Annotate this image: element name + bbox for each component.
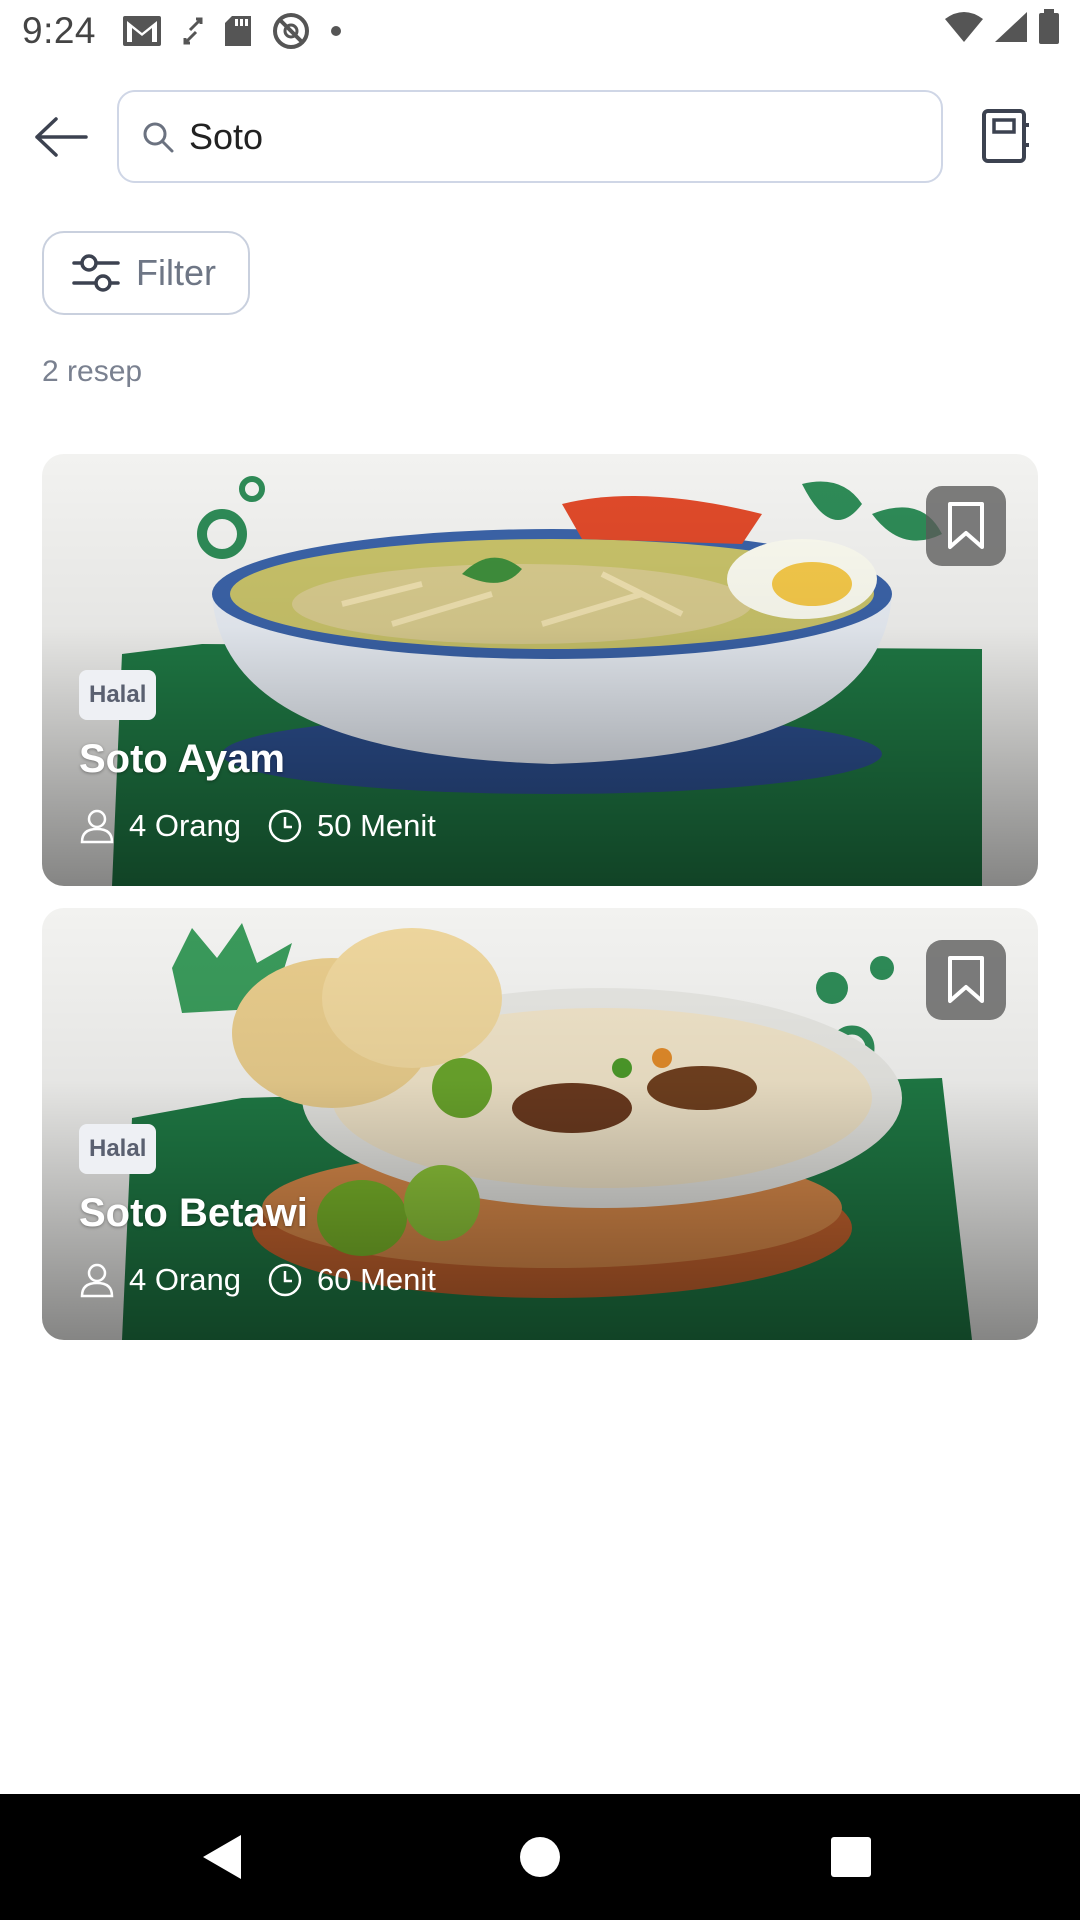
recipe-title: Soto Ayam <box>79 737 285 781</box>
halal-badge: Halal <box>79 670 157 720</box>
app-bar <box>0 88 1080 184</box>
status-indicators <box>944 0 1060 62</box>
person-icon <box>79 808 115 844</box>
dot-icon <box>330 25 342 37</box>
nav-home-button[interactable] <box>507 1824 573 1890</box>
battery-icon <box>1038 8 1060 54</box>
recipe-servings: 4 Orang <box>129 1262 242 1297</box>
nav-home-icon <box>520 1837 560 1877</box>
recipe-duration: 50 Menit <box>317 808 436 843</box>
recipe-card-soto-ayam[interactable]: Halal Soto Ayam 4 Orang 50 Menit <box>42 454 1038 886</box>
wifi-icon <box>944 10 984 52</box>
recipe-duration: 60 Menit <box>317 1262 436 1297</box>
recipe-meta: 4 Orang 50 Menit <box>79 804 436 848</box>
filter-button[interactable]: Filter <box>42 231 250 315</box>
bookmark-icon <box>948 502 984 549</box>
nav-back-button[interactable] <box>190 1824 256 1890</box>
recipe-card-soto-betawi[interactable]: Halal Soto Betawi 4 Orang 60 Menit <box>42 908 1038 1340</box>
saved-recipes-button[interactable] <box>976 106 1036 166</box>
sliders-icon <box>72 251 120 295</box>
result-count: 2 resep <box>42 355 143 388</box>
person-icon <box>79 1262 115 1298</box>
navigation-bar <box>0 1794 1080 1920</box>
nav-back-icon <box>203 1835 241 1879</box>
screen: 9:24 Soto Filter 2 resep Halal Soto Ayam… <box>0 0 1080 1920</box>
book-icon <box>982 109 1029 163</box>
search-field[interactable] <box>117 90 943 183</box>
search-icon <box>141 120 175 154</box>
signal-icon <box>994 10 1028 52</box>
arrow-left-icon <box>35 117 88 157</box>
nav-recents-button[interactable] <box>818 1824 884 1890</box>
status-bar: 9:24 <box>0 0 1080 62</box>
recipe-meta: 4 Orang 60 Menit <box>79 1258 436 1302</box>
bookmark-button[interactable] <box>926 940 1006 1020</box>
status-time: 9:24 <box>22 10 97 51</box>
bookmark-icon <box>948 956 984 1003</box>
recipe-servings: 4 Orang <box>129 808 242 843</box>
filter-label: Filter <box>136 252 216 293</box>
sd-card-icon <box>224 15 252 47</box>
recipe-title: Soto Betawi <box>79 1191 308 1235</box>
sync-icon <box>182 16 204 46</box>
bookmark-button[interactable] <box>926 486 1006 566</box>
nav-recents-icon <box>831 1837 871 1877</box>
clock-icon <box>267 1262 303 1298</box>
clock-icon <box>267 808 303 844</box>
search-input[interactable] <box>189 115 889 158</box>
gmail-icon <box>122 15 162 47</box>
back-button[interactable] <box>30 106 92 168</box>
do-not-disturb-icon <box>272 12 310 50</box>
halal-badge: Halal <box>79 1124 157 1174</box>
